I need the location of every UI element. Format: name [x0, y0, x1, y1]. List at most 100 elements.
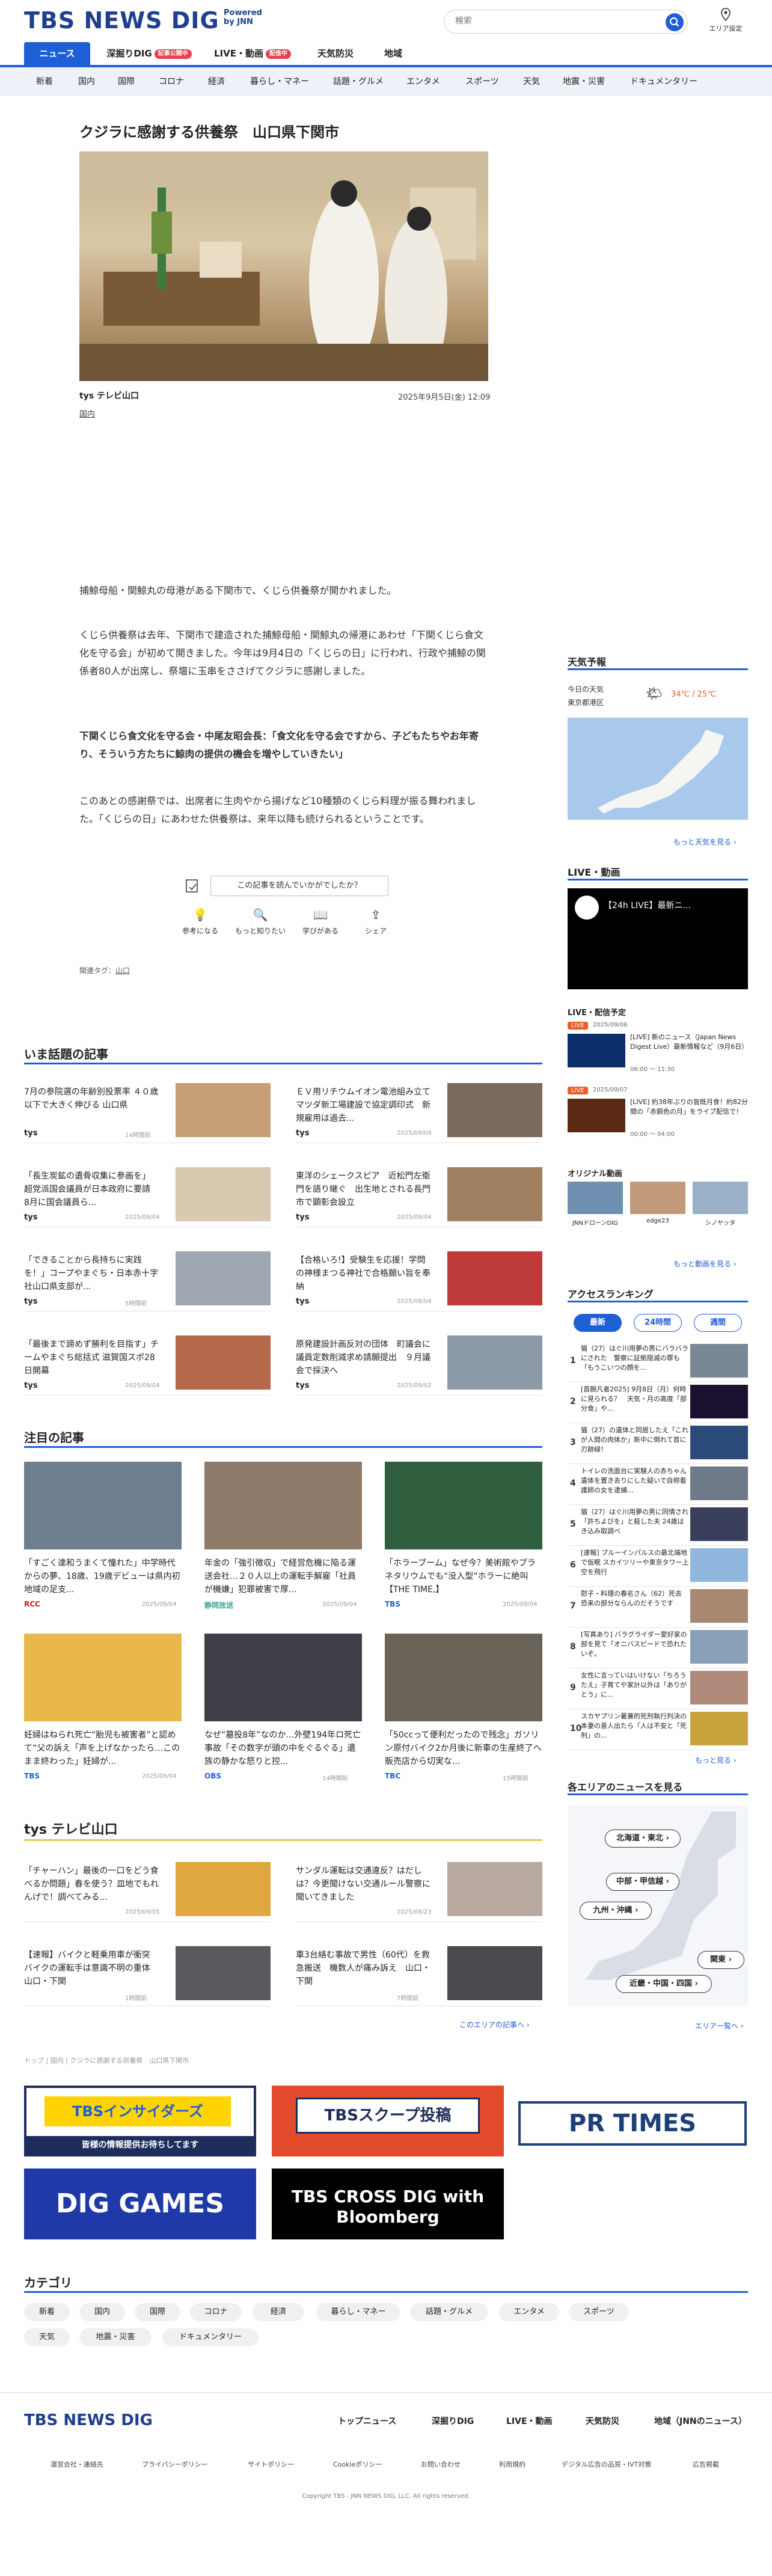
weather-more-link[interactable]: もっと天気を見る › [673, 837, 737, 847]
footer-privacy[interactable]: プライバシーポリシー [142, 2459, 208, 2469]
ranking-item[interactable]: 2 [首腕凡者2025] 9月8日（月）何時に見られる？ 天気・月の高度「部分食」… [568, 1384, 748, 1423]
search-box[interactable] [444, 10, 688, 34]
tag-link[interactable]: 山口 [115, 966, 130, 975]
feedback-helpful-button[interactable]: 💡 参考になる [173, 908, 227, 936]
subnav-new[interactable]: 新着 [36, 67, 53, 96]
trending-card[interactable]: 「できることから長持ちに実践を！」コープやまぐち・日本赤十字社山口県支部が...… [24, 1251, 271, 1311]
trending-card[interactable]: 東洋のシェークスピア 近松門左衛門を語り継ぐ 出生地とされる長門市で顕彰会設立 t… [296, 1167, 542, 1227]
gnav-area[interactable]: 地域 [375, 42, 411, 65]
gnav-weather[interactable]: 天気防災 [305, 42, 366, 65]
share-button[interactable]: ⇪ シェア [349, 908, 403, 936]
ranking-item[interactable]: 8 [写真あり] バラグライダー愛好家の部を見て「オニバスピードで恐れたいぞ。 [568, 1629, 748, 1668]
featured-card[interactable]: 「ホラーブーム」なぜ今？美術館やプラネタリウムでも“没入型”ホラーに絶叫【THE… [385, 1462, 542, 1636]
subnav-sports[interactable]: スポーツ [465, 67, 499, 96]
feedback-learn-button[interactable]: 📖 学びがある [293, 908, 348, 936]
area-hokkaido-tohoku[interactable]: 北海道・東北 › [605, 1830, 681, 1848]
featured-card[interactable]: 「50ccって便利だったので残念」ガソリン原付バイク2か月後に新車の生産終了へ … [385, 1634, 542, 1808]
featured-card[interactable]: 妊婦はねられ死亡“胎児も被害者”と認めて“父の訴え「声を上げなかったら…このまま… [24, 1634, 182, 1808]
local-more-link[interactable]: このエリアの記事へ › [459, 2019, 530, 2030]
diggames-banner[interactable]: DIG GAMES [24, 2169, 256, 2239]
category-intl[interactable]: 国際 [135, 2303, 180, 2321]
area-list-link[interactable]: エリア一覧へ › [695, 2021, 744, 2031]
weather-map[interactable] [568, 718, 748, 820]
subnav-economy[interactable]: 経済 [208, 67, 225, 96]
local-card[interactable]: サンダル運転は交通違反？はだしは？今更聞けない交通ルール警察に聞いてきました 20… [296, 1862, 542, 1922]
live-schedule-item[interactable]: LIVE 2025/09/06 [LIVE] 新のニュース（Japan News… [568, 1022, 748, 1079]
trending-card[interactable]: 原発建設計画反対の団体 町議会に議員定数削減求め請願提出 ９月議会で採決へ tys… [296, 1335, 542, 1396]
site-logo[interactable]: TBS NEWS DIG [24, 7, 219, 34]
ranking-item[interactable]: 6 [速報] プルーインパルスの最北端地で仮眠 スカイツリーや東京タワー上空を飛行 [568, 1547, 748, 1587]
local-card[interactable]: 車3台絡む事故で男性（60代）を救急搬送 機数人が痛み訴え 山口・下関 7時間前 [296, 1946, 542, 2006]
footer-site-policy[interactable]: サイトポリシー [248, 2459, 294, 2469]
area-setting-button[interactable]: エリア設定 [706, 7, 746, 33]
trending-card[interactable]: 「長生炭鉱の遺骨収集に参画を」 超党派国会議員が日本政府に要請 8月に国会議員ら… [24, 1167, 271, 1227]
trending-card[interactable]: 7月の参院選の年齢別投票率 ４０歳以下で大きく伸びる 山口県 tys 14時間前 [24, 1083, 271, 1143]
category-sports[interactable]: スポーツ [569, 2303, 629, 2321]
footer-live[interactable]: LIVE・動画 [506, 2415, 553, 2427]
category-life[interactable]: 暮らし・マネー [316, 2303, 400, 2321]
scoop-banner[interactable]: TBSスクープ投稿 [272, 2086, 504, 2156]
area-kanto[interactable]: 関東 › [697, 1951, 744, 1969]
subnav-corona[interactable]: コロナ [159, 67, 184, 96]
category-documentary[interactable]: ドキュメンタリー [162, 2328, 259, 2346]
ranking-item[interactable]: 5 猫（27）はぐ川用夢の男に同情され「許ちよびを」と殺した夫 24歳はき込み取調… [568, 1506, 748, 1546]
feedback-more-button[interactable]: 🔍 もっと知りたい [233, 908, 287, 936]
insiders-banner[interactable]: TBSインサイダーズ 皆様の情報提供お待ちしてます [24, 2086, 256, 2156]
subnav-intl[interactable]: 国際 [118, 67, 135, 96]
channel-thumb-shinoyatta[interactable] [693, 1182, 748, 1214]
ranking-tab-24h[interactable]: 24時間 [634, 1314, 682, 1332]
gnav-dig[interactable]: 深掘りDIG 記事公開中 [101, 42, 197, 65]
ranking-item[interactable]: 4 トイレの洗面台に実験人の赤ちゃん遺体を置き去りにした疑いで自称看護師の女を逮捕… [568, 1465, 748, 1505]
area-kinki-chugoku-shikoku[interactable]: 近畿・中国・四国 › [616, 1975, 712, 1993]
featured-card[interactable]: なぜ“墓投8年”なのか…外壁194年ロ死亡事故「その数字が頭の中をぐるぐる」遺族… [204, 1634, 362, 1808]
ranking-tab-weekly[interactable]: 週間 [694, 1314, 742, 1332]
ranking-item[interactable]: 3 猫（27）の遺体と同居したえ「これが人間の肉体か」新中に倒れて首に刃跡緑！ [568, 1424, 748, 1464]
trending-card[interactable]: 【合格いろ!】受験生を応援！学問の神様まつる神社で合格願い旨を奉納 tys 2025… [296, 1251, 542, 1311]
footer-ad[interactable]: 広告掲載 [693, 2459, 719, 2469]
trending-card[interactable]: 「最後まで諦めず勝利を目指す」チームやまぐち総括式 滋賀国スポ28日開幕 tys 2… [24, 1335, 271, 1396]
category-domestic[interactable]: 国内 [79, 2303, 125, 2321]
weather-region[interactable]: 東京都港区 [568, 697, 604, 707]
featured-card[interactable]: 年金の「強引徴収」で経営危機に陥る運送会社…２０人以上の運転手解雇「社員が機嫌」… [204, 1462, 362, 1636]
subnav-disaster[interactable]: 地震・災害 [563, 67, 605, 96]
subnav-weather[interactable]: 天気 [523, 67, 540, 96]
footer-logo[interactable]: TBS NEWS DIG [24, 2411, 153, 2429]
gnav-live[interactable]: LIVE・動画 配信中 [204, 42, 301, 65]
local-card[interactable]: 【速報】バイクと軽乗用車が衝突 バイクの運転手は意識不明の重体 山口・下関 1時間… [24, 1946, 271, 2006]
video-more-link[interactable]: もっと動画を見る › [673, 1259, 737, 1269]
prtimes-banner[interactable]: PR TIMES [516, 2086, 748, 2156]
ranking-item[interactable]: 9 女性に言っていはいけない「ちろうたえ」子育てや家計以外は「ありがとう」に... [568, 1670, 748, 1709]
subnav-domestic[interactable]: 国内 [78, 67, 95, 96]
channel-thumb-drone[interactable] [568, 1182, 623, 1214]
live-schedule-item[interactable]: LIVE 2025/09/07 [LIVE] 約38年ぶりの皆既月食！約82分間… [568, 1087, 748, 1144]
ranking-more-link[interactable]: もっと見る › [695, 1755, 737, 1765]
search-input[interactable] [455, 16, 654, 26]
subnav-life[interactable]: 暮らし・マネー [250, 67, 309, 96]
live-video-player[interactable]: 【24h LIVE】最新ニ... [568, 888, 748, 989]
area-kyushu[interactable]: 九州・沖縄 › [580, 1902, 652, 1920]
footer-company[interactable]: 運営会社・連絡先 [51, 2459, 103, 2469]
category-new[interactable]: 新着 [24, 2303, 70, 2321]
footer-weather[interactable]: 天気防災 [586, 2415, 619, 2427]
featured-card[interactable]: 「すごく達和うまくて憧れた」中学時代からの夢、18歳、19歳デビューは県内初 地… [24, 1462, 189, 1636]
footer-cookie[interactable]: Cookieポリシー [333, 2459, 382, 2469]
gnav-news[interactable]: ニュース [24, 42, 90, 65]
footer-area[interactable]: 地域（JNNのニュース） [654, 2415, 747, 2427]
subnav-documentary[interactable]: ドキュメンタリー [630, 67, 697, 96]
category-weather[interactable]: 天気 [24, 2328, 70, 2346]
channel-thumb-edge[interactable] [630, 1182, 685, 1214]
category-economy[interactable]: 経済 [253, 2303, 304, 2321]
footer-top-news[interactable]: トップニュース [338, 2415, 396, 2427]
ranking-item[interactable]: 1 猫（27）はぐ川用夢の男にバラバラにされた 警察に証拠隠滅の罪も「もうこいつの… [568, 1343, 748, 1382]
ranking-item[interactable]: 10 スカヤプリン暑兼的死刑執行判決の本妻の意人出たら「人は不安と「死刑」の... [568, 1711, 748, 1750]
crossdig-banner[interactable]: TBS CROSS DIG with Bloomberg [272, 2169, 504, 2239]
footer-contact[interactable]: お問い合わせ [421, 2459, 461, 2469]
category-corona[interactable]: コロナ [190, 2303, 242, 2321]
search-button[interactable] [666, 13, 684, 31]
ranking-tab-latest[interactable]: 最新 [574, 1314, 622, 1332]
ranking-item[interactable]: 7 慰子・料理の春名さん（62）死去 恐来の部分ならんのだそうです [568, 1588, 748, 1628]
footer-ad-quality[interactable]: デジタル広告の品質・IVT対策 [562, 2459, 651, 2469]
footer-dig[interactable]: 深掘りDIG [432, 2415, 474, 2427]
category-disaster[interactable]: 地震・災害 [79, 2328, 152, 2346]
category-entame[interactable]: エンタメ [499, 2303, 559, 2321]
